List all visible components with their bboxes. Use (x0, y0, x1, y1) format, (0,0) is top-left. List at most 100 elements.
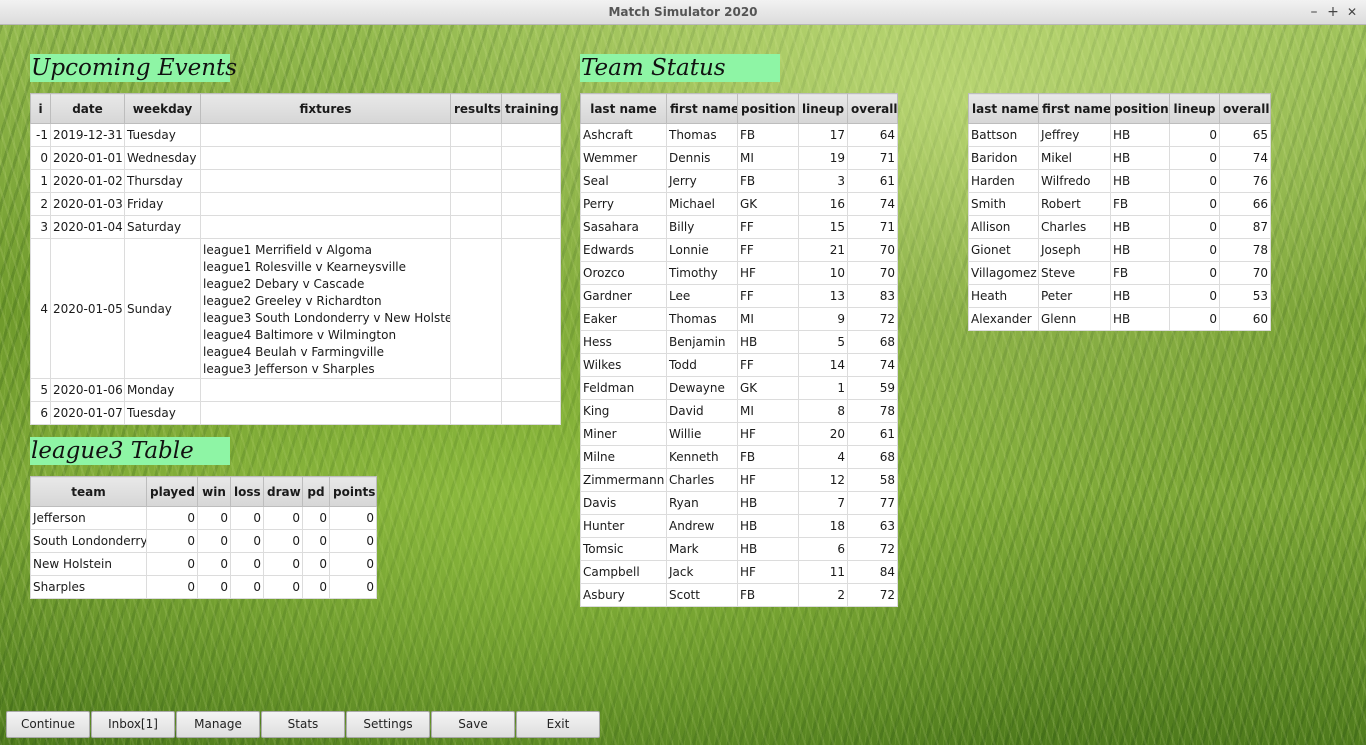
save-button[interactable]: Save (431, 711, 515, 738)
column-header-training[interactable]: training (501, 93, 561, 124)
player-row[interactable]: Wilkes Todd FF 14 74 (580, 353, 898, 377)
player-lineup: 0 (1169, 169, 1220, 193)
team-name: Jefferson (30, 506, 147, 530)
player-row[interactable]: Perry Michael GK 16 74 (580, 192, 898, 216)
column-header-i[interactable]: i (30, 93, 51, 124)
event-row[interactable]: 6 2020-01-07 Tuesday (30, 401, 561, 425)
column-header-draw[interactable]: draw (263, 476, 303, 507)
player-row[interactable]: Orozco Timothy HF 10 70 (580, 261, 898, 285)
close-icon[interactable]: ✕ (1342, 2, 1362, 22)
player-row[interactable]: Hess Benjamin HB 5 68 (580, 330, 898, 354)
continue-button[interactable]: Continue (6, 711, 90, 738)
player-lineup: 0 (1169, 307, 1220, 331)
column-header-loss[interactable]: loss (230, 476, 264, 507)
team-points: 0 (329, 506, 377, 530)
league-row[interactable]: New Holstein 0 0 0 0 0 0 (30, 552, 377, 576)
player-row[interactable]: Miner Willie HF 20 61 (580, 422, 898, 446)
column-header-pd[interactable]: pd (302, 476, 330, 507)
player-last-name: Perry (580, 192, 667, 216)
player-row[interactable]: Edwards Lonnie FF 21 70 (580, 238, 898, 262)
event-row[interactable]: -1 2019-12-31 Tuesday (30, 123, 561, 147)
column-header-last-name[interactable]: last name (580, 93, 667, 124)
column-header-points[interactable]: points (329, 476, 377, 507)
window-titlebar: Match Simulator 2020 – + ✕ (0, 0, 1366, 25)
column-header-team[interactable]: team (30, 476, 147, 507)
column-header-position[interactable]: position (737, 93, 799, 124)
column-header-weekday[interactable]: weekday (124, 93, 201, 124)
event-training (501, 378, 561, 402)
column-header-first-name[interactable]: first name (1038, 93, 1111, 124)
event-row[interactable]: 4 2020-01-05 Sunday league1 Merrifield v Al… (30, 238, 561, 379)
player-row[interactable]: Zimmermann Charles HF 12 58 (580, 468, 898, 492)
player-overall: 72 (847, 307, 898, 331)
column-header-overall[interactable]: overall (1219, 93, 1271, 124)
settings-button[interactable]: Settings (346, 711, 430, 738)
stats-button[interactable]: Stats (261, 711, 345, 738)
player-last-name: Orozco (580, 261, 667, 285)
player-first-name: Steve (1038, 261, 1111, 285)
player-row[interactable]: Allison Charles HB 0 87 (968, 215, 1271, 239)
column-header-last-name[interactable]: last name (968, 93, 1039, 124)
column-header-win[interactable]: win (197, 476, 231, 507)
event-row[interactable]: 0 2020-01-01 Wednesday (30, 146, 561, 170)
player-row[interactable]: Battson Jeffrey HB 0 65 (968, 123, 1271, 147)
event-weekday: Monday (124, 378, 201, 402)
column-header-lineup[interactable]: lineup (798, 93, 848, 124)
player-row[interactable]: Harden Wilfredo HB 0 76 (968, 169, 1271, 193)
league-row[interactable]: Jefferson 0 0 0 0 0 0 (30, 506, 377, 530)
column-header-overall[interactable]: overall (847, 93, 898, 124)
player-lineup: 0 (1169, 123, 1220, 147)
player-row[interactable]: Feldman Dewayne GK 1 59 (580, 376, 898, 400)
player-lineup: 15 (798, 215, 848, 239)
player-row[interactable]: Eaker Thomas MI 9 72 (580, 307, 898, 331)
player-row[interactable]: Davis Ryan HB 7 77 (580, 491, 898, 515)
player-position: FF (737, 284, 799, 308)
player-overall: 72 (847, 537, 898, 561)
player-row[interactable]: King David MI 8 78 (580, 399, 898, 423)
event-weekday: Thursday (124, 169, 201, 193)
event-date: 2020-01-07 (50, 401, 125, 425)
player-row[interactable]: Hunter Andrew HB 18 63 (580, 514, 898, 538)
inbox-1-button[interactable]: Inbox[1] (91, 711, 175, 738)
player-lineup: 7 (798, 491, 848, 515)
player-row[interactable]: Tomsic Mark HB 6 72 (580, 537, 898, 561)
team-draw: 0 (263, 529, 303, 553)
event-row[interactable]: 5 2020-01-06 Monday (30, 378, 561, 402)
minimize-icon[interactable]: – (1304, 2, 1324, 22)
team-points: 0 (329, 529, 377, 553)
player-row[interactable]: Ashcraft Thomas FB 17 64 (580, 123, 898, 147)
event-row[interactable]: 1 2020-01-02 Thursday (30, 169, 561, 193)
player-last-name: Battson (968, 123, 1039, 147)
player-row[interactable]: Gionet Joseph HB 0 78 (968, 238, 1271, 262)
player-row[interactable]: Smith Robert FB 0 66 (968, 192, 1271, 216)
player-row[interactable]: Milne Kenneth FB 4 68 (580, 445, 898, 469)
player-row[interactable]: Alexander Glenn HB 0 60 (968, 307, 1271, 331)
column-header-results[interactable]: results (450, 93, 502, 124)
player-row[interactable]: Baridon Mikel HB 0 74 (968, 146, 1271, 170)
manage-button[interactable]: Manage (176, 711, 260, 738)
player-row[interactable]: Seal Jerry FB 3 61 (580, 169, 898, 193)
player-row[interactable]: Campbell Jack HF 11 84 (580, 560, 898, 584)
header-row: last name first name position lineup overall (580, 93, 898, 124)
player-row[interactable]: Wemmer Dennis MI 19 71 (580, 146, 898, 170)
event-fixtures (200, 123, 451, 147)
league-row[interactable]: Sharples 0 0 0 0 0 0 (30, 575, 377, 599)
exit-button[interactable]: Exit (516, 711, 600, 738)
player-row[interactable]: Villagomez Steve FB 0 70 (968, 261, 1271, 285)
maximize-icon[interactable]: + (1323, 2, 1343, 22)
player-row[interactable]: Asbury Scott FB 2 72 (580, 583, 898, 607)
player-row[interactable]: Gardner Lee FF 13 83 (580, 284, 898, 308)
event-row[interactable]: 2 2020-01-03 Friday (30, 192, 561, 216)
league-row[interactable]: South Londonderry 0 0 0 0 0 0 (30, 529, 377, 553)
column-header-first-name[interactable]: first name (666, 93, 738, 124)
event-row[interactable]: 3 2020-01-04 Saturday (30, 215, 561, 239)
column-header-date[interactable]: date (50, 93, 125, 124)
player-row[interactable]: Heath Peter HB 0 53 (968, 284, 1271, 308)
player-row[interactable]: Sasahara Billy FF 15 71 (580, 215, 898, 239)
player-position: MI (737, 399, 799, 423)
player-lineup: 18 (798, 514, 848, 538)
column-header-position[interactable]: position (1110, 93, 1170, 124)
column-header-played[interactable]: played (146, 476, 198, 507)
column-header-lineup[interactable]: lineup (1169, 93, 1220, 124)
column-header-fixtures[interactable]: fixtures (200, 93, 451, 124)
